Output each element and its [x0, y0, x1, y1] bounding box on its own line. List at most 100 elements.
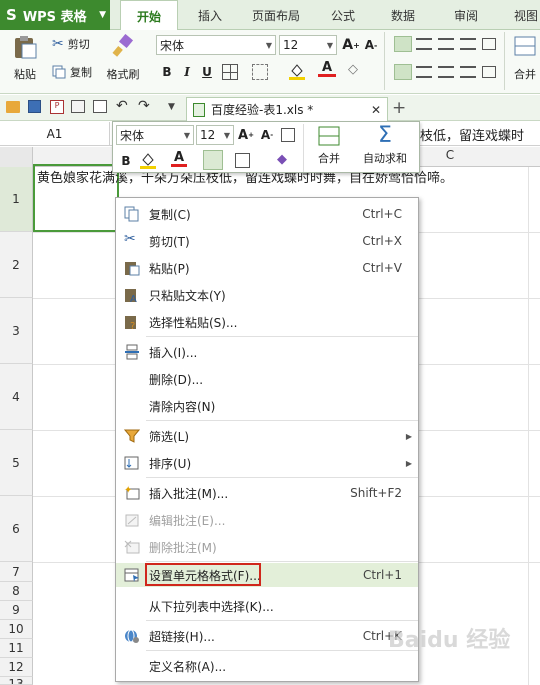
mini-autosum-button[interactable]: Σ 自动求和: [353, 125, 417, 171]
tab-view[interactable]: 视图: [504, 0, 540, 30]
increase-font-button[interactable]: A +: [342, 36, 360, 54]
clear-format-icon[interactable]: ◇: [348, 62, 366, 80]
borders-icon[interactable]: [222, 64, 238, 80]
mini-borders-icon[interactable]: [235, 153, 250, 168]
align-left-icon[interactable]: [394, 64, 412, 80]
row-header-1[interactable]: 1: [0, 167, 33, 232]
mini-increase-font-button[interactable]: A +: [237, 126, 255, 144]
open-folder-icon[interactable]: [6, 101, 20, 113]
close-icon[interactable]: ✕: [371, 103, 381, 117]
row-header-7[interactable]: 7: [0, 562, 33, 582]
menu-item-define-name[interactable]: 定义名称(A)...: [116, 653, 418, 679]
menu-item-shortcut: Shift+F2: [350, 486, 402, 500]
customize-toolbar-icon[interactable]: ▼: [168, 102, 175, 112]
mini-align-center-icon[interactable]: [203, 150, 223, 170]
bold-button[interactable]: B: [158, 63, 176, 81]
row-header-5[interactable]: 5: [0, 430, 33, 496]
font-name-select[interactable]: 宋体 ▼: [156, 35, 276, 55]
row-header-6[interactable]: 6: [0, 496, 33, 562]
mini-merge-button[interactable]: 合并: [309, 125, 349, 171]
name-box[interactable]: A1: [0, 122, 110, 146]
mini-bold-button[interactable]: B: [117, 152, 135, 170]
align-bottom-icon[interactable]: [438, 38, 454, 50]
save-icon[interactable]: [28, 100, 41, 113]
menu-item-clear-contents[interactable]: 清除内容(N): [116, 393, 418, 419]
row-header-8[interactable]: 8: [0, 582, 33, 601]
align-right-icon[interactable]: [438, 66, 454, 78]
justify-icon[interactable]: [460, 66, 476, 78]
mini-decrease-font-button[interactable]: A-: [258, 126, 276, 144]
print-preview-icon[interactable]: [93, 100, 107, 113]
align-center-icon[interactable]: [416, 66, 432, 78]
row-header-13[interactable]: 13: [0, 677, 33, 685]
menu-item-paste[interactable]: 粘贴(P) Ctrl+V: [116, 255, 418, 281]
menu-item-pick-from-list[interactable]: 从下拉列表中选择(K)...: [116, 593, 418, 619]
menu-item-copy[interactable]: 复制(C) Ctrl+C: [116, 201, 418, 227]
mini-font-color-icon[interactable]: A: [171, 150, 187, 170]
menu-item-edit-comment[interactable]: 编辑批注(E)...: [116, 507, 418, 533]
mini-format-icon[interactable]: [281, 128, 295, 142]
align-top-icon[interactable]: [394, 36, 412, 52]
menu-item-paste-text-only[interactable]: A 只粘贴文本(Y): [116, 282, 418, 308]
align-middle-icon[interactable]: [416, 38, 432, 50]
row-header-10[interactable]: 10: [0, 620, 33, 639]
menu-item-insert-comment[interactable]: ✦ 插入批注(M)... Shift+F2: [116, 480, 418, 506]
cut-button[interactable]: ✂ 剪切: [52, 36, 90, 52]
menu-item-hyperlink[interactable]: 超链接(H)... Ctrl+K: [116, 623, 418, 649]
chevron-down-icon: ▼: [223, 130, 230, 140]
wrap-text-icon[interactable]: [460, 38, 476, 50]
mini-fill-color-icon[interactable]: [139, 151, 157, 169]
row-header-12[interactable]: 12: [0, 658, 33, 677]
row-header-3[interactable]: 3: [0, 298, 33, 364]
select-all-corner[interactable]: [0, 147, 33, 167]
tab-home[interactable]: 开始: [120, 0, 178, 31]
new-tab-icon[interactable]: +: [392, 98, 406, 118]
menu-item-delete[interactable]: 删除(D)...: [116, 366, 418, 392]
mini-font-size-select[interactable]: 12 ▼: [196, 125, 234, 145]
floating-format-toolbar: 宋体 ▼ 12 ▼ A + A- B A ◆ 合并 Σ 自动求和: [112, 121, 420, 173]
menu-item-delete-comment[interactable]: 删除批注(M): [116, 534, 418, 560]
distributed-icon[interactable]: [482, 66, 496, 78]
row-header-2[interactable]: 2: [0, 232, 33, 298]
merge-button[interactable]: 合并: [510, 34, 540, 88]
mini-font-size-value: 12: [200, 128, 216, 142]
highlight-box: [145, 563, 261, 586]
row-header-4[interactable]: 4: [0, 364, 33, 430]
paste-button[interactable]: 粘贴: [6, 34, 44, 88]
copy-button[interactable]: 复制: [52, 64, 92, 80]
tab-data[interactable]: 数据: [378, 0, 428, 30]
menu-item-filter[interactable]: 筛选(L) ▶: [116, 423, 418, 449]
menu-item-insert[interactable]: 插入(I)...: [116, 339, 418, 365]
font-size-select[interactable]: 12 ▼: [279, 35, 337, 55]
decrease-font-button[interactable]: A-: [362, 36, 380, 54]
undo-icon[interactable]: ↶: [116, 98, 128, 114]
formula-input[interactable]: 枝低，留连戏蝶时: [420, 122, 540, 146]
menu-item-cut[interactable]: ✂ 剪切(T) Ctrl+X: [116, 228, 418, 254]
tab-review[interactable]: 审阅: [440, 0, 492, 30]
print-icon[interactable]: [71, 100, 85, 113]
document-tab[interactable]: 百度经验-表1.xls * ✕: [186, 97, 388, 121]
ribbon-divider: [504, 32, 505, 90]
export-pdf-icon[interactable]: P: [50, 100, 64, 114]
menu-item-paste-special[interactable]: ? 选择性粘贴(S)...: [116, 309, 418, 335]
mini-font-name-select[interactable]: 宋体 ▼: [116, 125, 194, 145]
underline-button[interactable]: U: [198, 63, 216, 81]
menu-separator: [146, 336, 418, 337]
font-color-icon[interactable]: A: [318, 60, 336, 80]
italic-button[interactable]: I: [178, 63, 196, 81]
tab-formulas[interactable]: 公式: [318, 0, 368, 30]
cell-pattern-icon[interactable]: [252, 64, 268, 80]
tab-insert[interactable]: 插入: [182, 0, 238, 30]
fill-color-icon[interactable]: [288, 62, 306, 80]
row-header-9[interactable]: 9: [0, 601, 33, 620]
format-painter-button[interactable]: 格式刷: [102, 34, 144, 88]
menu-item-shortcut: Ctrl+X: [362, 234, 402, 248]
text-orientation-icon[interactable]: [482, 38, 496, 50]
column-header-c[interactable]: C: [420, 148, 480, 166]
redo-icon[interactable]: ↷: [138, 98, 150, 114]
wps-app-menu-button[interactable]: S WPS 表格 ▼: [0, 0, 110, 30]
tab-page-layout[interactable]: 页面布局: [244, 0, 308, 30]
menu-item-sort[interactable]: 排序(U) ▶: [116, 450, 418, 476]
mini-format-painter-icon[interactable]: ◆: [277, 152, 287, 167]
row-header-11[interactable]: 11: [0, 639, 33, 658]
